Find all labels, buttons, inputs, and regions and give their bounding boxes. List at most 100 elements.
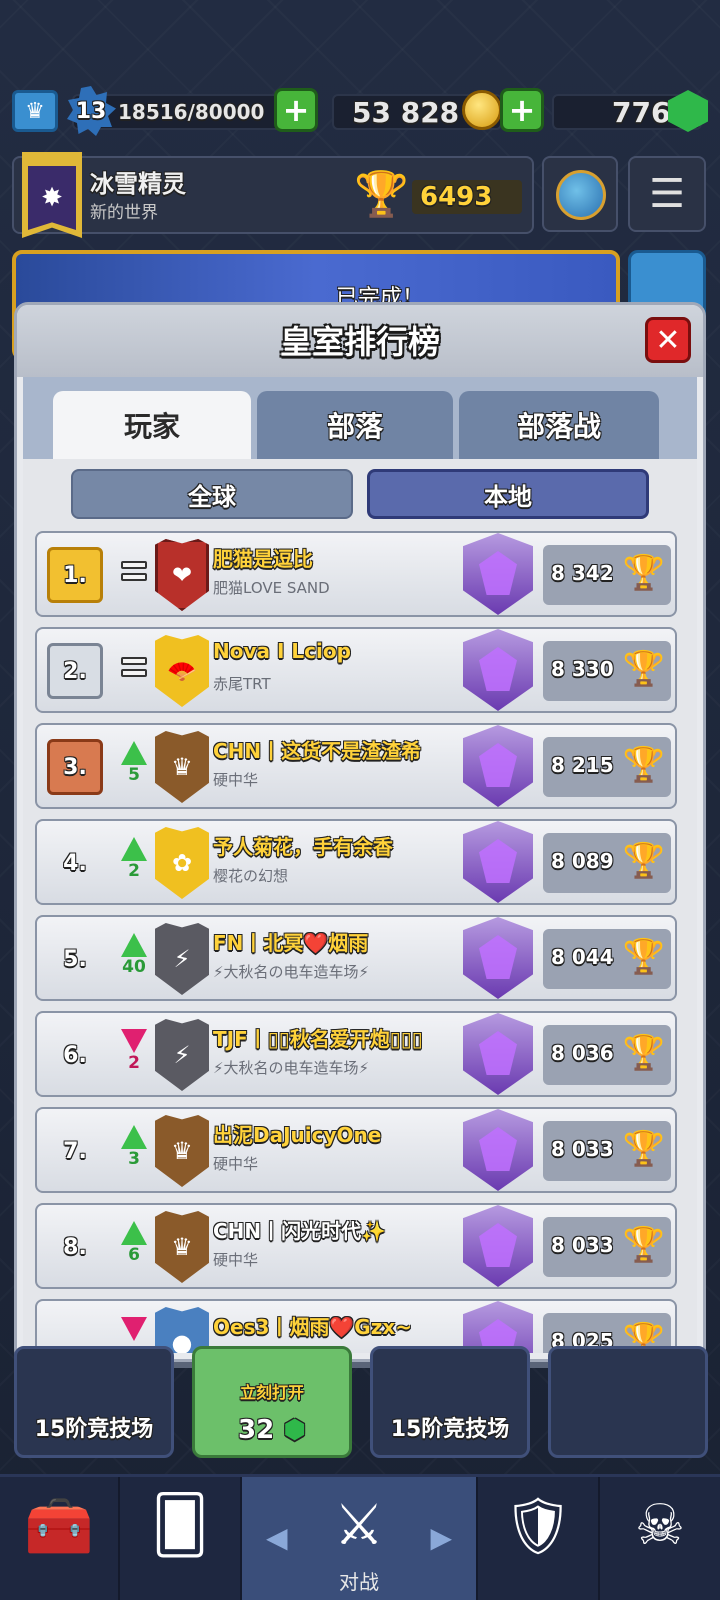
rank-badge: 1. [47, 547, 103, 603]
crown-clan-badge-icon: ♛ [155, 1115, 209, 1187]
tab-clan-wars[interactable]: 部落战 [459, 391, 659, 459]
leaderboard-row[interactable]: 2. 🪭 Nova I Lciop 赤尾TRT 8 330 🏆 [35, 627, 677, 713]
leaderboard-row[interactable]: 5. 40 ⚡ FN丨北冥❤️烟雨 ⚡大秋名の电车造车场⚡ 8 044 🏆 [35, 915, 677, 1001]
flower-clan-badge-icon: ✿ [155, 827, 209, 899]
player-clan: ⚡大秋名の电车造车场⚡ [213, 963, 370, 981]
rank-badge: 4. [47, 835, 103, 891]
menu-button[interactable]: ☰ [628, 156, 706, 232]
trophy-icon: 🏆 [622, 841, 665, 881]
bottom-nav: 🧰 🂠 ◀ ⚔ ▶ 对战 🛡 ☠ [0, 1474, 720, 1600]
modal-title: 皇室排行榜 [279, 323, 440, 361]
player-name: CHN丨闪光时代✨ [213, 1219, 387, 1243]
add-gold-button[interactable]: + [500, 88, 544, 132]
trophy-count: 8 330 [551, 657, 614, 681]
player-name: 肥猫是逗比 [213, 547, 313, 571]
add-xp-button[interactable]: + [274, 88, 318, 132]
trophy-icon: 🏆 [622, 745, 665, 785]
xp-text: 18516/80000 [118, 100, 265, 124]
trophy-count: 8 033 [551, 1233, 614, 1257]
nav-shop[interactable]: 🧰 [0, 1477, 120, 1600]
rank-change-value: 5 [128, 765, 140, 785]
trophy-count: 8 342 [551, 561, 614, 585]
nav-clan[interactable]: 🛡 [478, 1477, 600, 1600]
filter-local-button[interactable]: 本地 [367, 469, 649, 519]
cards-icon: 🂠 [151, 1493, 209, 1558]
crown-clan-badge-icon: ♛ [155, 731, 209, 803]
gem-icon: ⬢ [283, 1415, 306, 1445]
chest-slot-3[interactable]: 15阶竞技场 [370, 1346, 530, 1458]
crown-icon[interactable]: ♛ [12, 90, 58, 132]
nav-cards[interactable]: 🂠 [120, 1477, 242, 1600]
nav-battle[interactable]: ◀ ⚔ ▶ 对战 [242, 1477, 478, 1600]
leaderboard-row[interactable]: 4. 2 ✿ 予人菊花，手有余香 樱花の幻想 8 089 🏆 [35, 819, 677, 905]
trophy-box: 8 089 🏆 [543, 833, 671, 893]
filter-global-button[interactable]: 全球 [71, 469, 353, 519]
gold-amount: 53 828 [352, 96, 460, 129]
crossed-swords-icon: ⚔ [333, 1493, 385, 1558]
chest-slot-4[interactable] [548, 1346, 708, 1458]
rank-down-icon [121, 1317, 147, 1341]
lightning-clan-badge-icon: ⚡ [155, 923, 209, 995]
arena-badge-icon [463, 533, 533, 615]
trophy-count: 8 215 [551, 753, 614, 777]
arrow-left-icon: ◀ [266, 1521, 288, 1554]
leaderboard-list[interactable]: 1. ❤ 肥猫是逗比 肥猫LOVE SAND 8 342 🏆 2. 🪭 Nova… [35, 531, 685, 1353]
rank-change-value: 2 [128, 1053, 140, 1073]
player-clan: 新的世界 [90, 203, 158, 223]
rank-change: 6 [119, 1217, 149, 1277]
arena-badge-icon [463, 725, 533, 807]
rank-badge: 8. [47, 1219, 103, 1275]
chest-arena-label: 15阶竞技场 [34, 1417, 154, 1442]
trophy-count: 8 033 [551, 1137, 614, 1161]
modal-body: 玩家 部落 部落战 全球 本地 1. ❤ 肥猫是逗比 肥猫LOVE SAND 8… [23, 377, 697, 1353]
player-profile[interactable]: ✸ 冰雪精灵 新的世界 🏆 6493 [12, 152, 534, 238]
rank-up-icon [121, 837, 147, 861]
trophy-count: 8 044 [551, 945, 614, 969]
tab-clans[interactable]: 部落 [257, 391, 453, 459]
crown-clan-badge-icon: ♛ [155, 1211, 209, 1283]
nav-events[interactable]: ☠ [600, 1477, 720, 1600]
globe-icon [556, 170, 606, 220]
leaderboard-row[interactable]: 7. 3 ♛ 出泥DaJuicyOne 硬中华 8 033 🏆 [35, 1107, 677, 1193]
rank-up-icon [121, 1125, 147, 1149]
player-clan: ⚡大秋名の电车造车场⚡ [213, 1059, 370, 1077]
open-now-label: 立刻打开 [239, 1383, 304, 1402]
leaderboard-row[interactable]: 6. 2 ⚡ TJF丨▯▯秋名爱开炮▯▯▯ ⚡大秋名の电车造车场⚡ 8 036 … [35, 1011, 677, 1097]
resource-bar: ♛ 13 18516/80000 + 53 828 + 776 [12, 86, 708, 136]
trophy-box: 8 044 🏆 [543, 929, 671, 989]
rank-number: 7. [63, 1138, 87, 1164]
chest-icon: 🧰 [24, 1494, 94, 1559]
player-name: Oes3丨烟雨❤️Gzx~ [213, 1315, 413, 1339]
trophy-icon: 🏆 [622, 553, 665, 593]
player-name: Nova I Lciop [213, 639, 351, 663]
chest-slot-2[interactable]: 立刻打开 32 ⬢ [192, 1346, 352, 1458]
heart-clan-badge-icon: ❤ [155, 539, 209, 611]
arena-badge-icon [463, 917, 533, 999]
player-name: 冰雪精灵 [90, 170, 186, 198]
trophy-box: 8 036 🏆 [543, 1025, 671, 1085]
player-trophies: 6493 [412, 180, 522, 214]
trophy-box: 8 330 🏆 [543, 641, 671, 701]
leaderboard-row[interactable]: 1. ❤ 肥猫是逗比 肥猫LOVE SAND 8 342 🏆 [35, 531, 677, 617]
player-name: 出泥DaJuicyOne [213, 1123, 382, 1147]
chest-slot-1[interactable]: 15阶竞技场 [14, 1346, 174, 1458]
leaderboard-button[interactable] [542, 156, 618, 232]
player-clan: 肥猫LOVE SAND [213, 579, 330, 597]
lightning-clan-badge-icon: ⚡ [155, 1019, 209, 1091]
rank-up-icon [121, 933, 147, 957]
leaderboard-row[interactable]: 8. 6 ♛ CHN丨闪光时代✨ 硬中华 8 033 🏆 [35, 1203, 677, 1289]
trophy-icon: 🏆 [622, 1225, 665, 1265]
leaderboard-row[interactable]: ● Oes3丨烟雨❤️Gzx~ 8 025 🏆 [35, 1299, 677, 1353]
rank-change-value: 3 [128, 1149, 140, 1169]
rank-change: 40 [119, 929, 149, 989]
player-clan: 赤尾TRT [213, 675, 271, 693]
gold-coin-icon [462, 90, 502, 130]
level-number: 13 [75, 98, 107, 124]
nav-battle-label: 对战 [339, 1570, 379, 1594]
trophy-box: 8 342 🏆 [543, 545, 671, 605]
trophy-count: 8 036 [551, 1041, 614, 1065]
tab-players[interactable]: 玩家 [53, 391, 251, 459]
trophy-icon: 🏆 [622, 1129, 665, 1169]
close-button[interactable]: ✕ [645, 317, 691, 363]
leaderboard-row[interactable]: 3. 5 ♛ CHN丨这货不是渣渣希 硬中华 8 215 🏆 [35, 723, 677, 809]
